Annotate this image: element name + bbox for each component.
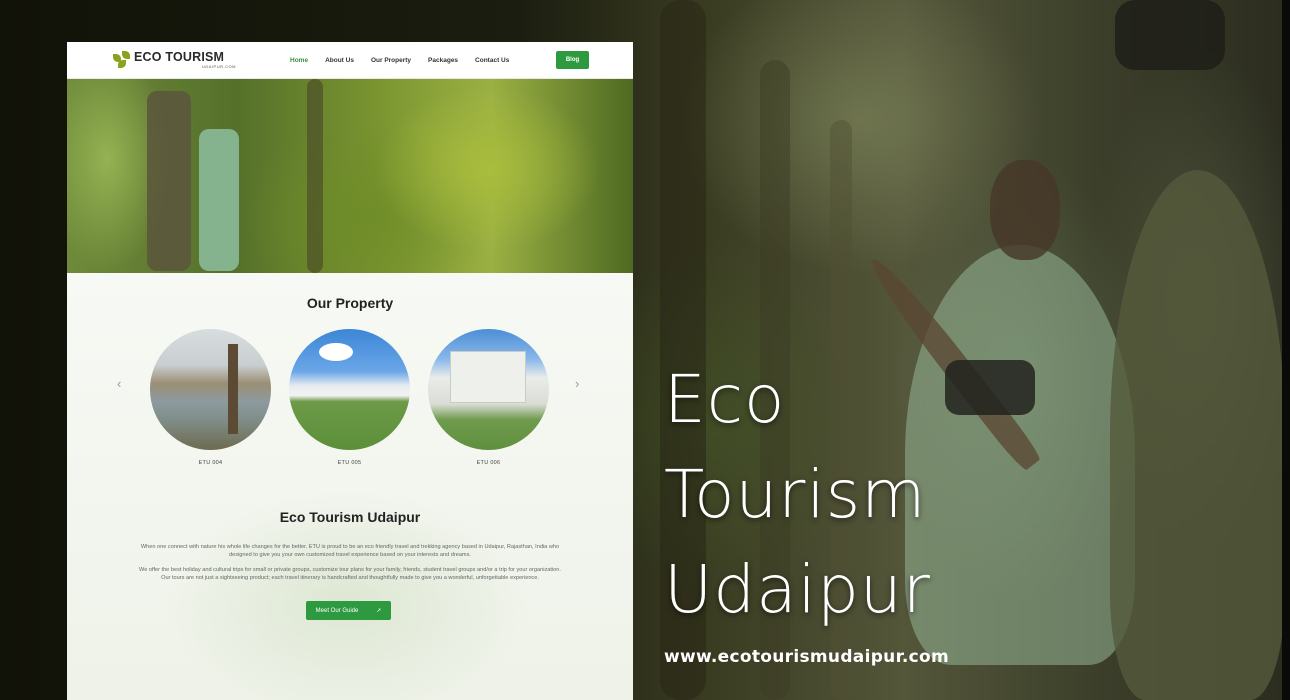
menu-item-home[interactable]: Home [290, 57, 308, 64]
blog-button[interactable]: Blog [556, 51, 589, 69]
property-image [289, 329, 410, 450]
frame-edge [1282, 0, 1290, 700]
menu-item-packages[interactable]: Packages [428, 57, 458, 64]
main-menu: Home About Us Our Property Packages Cont… [290, 42, 526, 79]
property-label: ETU 006 [476, 460, 501, 466]
tagline-line-2: Tourism [664, 456, 927, 533]
navbar: ECO TOURISM UDAIPUR.COM Home About Us Ou… [67, 42, 633, 79]
about-paragraph: We offer the best holiday and cultural t… [139, 567, 561, 581]
site-logo[interactable]: ECO TOURISM UDAIPUR.COM [113, 51, 236, 69]
arrow-icon: ➚ [376, 608, 382, 614]
guide-button-label: Meet Our Guide [315, 607, 359, 614]
hero-tagline: Eco Tourism Udaipur [664, 352, 931, 637]
hero-banner-image [67, 79, 633, 273]
property-image [150, 329, 271, 450]
carousel-next-icon[interactable]: › [575, 376, 579, 391]
leaf-logo-icon [113, 51, 131, 69]
logo-text: ECO TOURISM [134, 50, 225, 64]
meet-our-guide-button[interactable]: Meet Our Guide ➚ [306, 601, 391, 620]
binoculars [945, 360, 1035, 415]
menu-item-property[interactable]: Our Property [371, 57, 411, 64]
about-title: Eco Tourism Udaipur [279, 509, 421, 525]
property-label: ETU 004 [198, 460, 223, 466]
property-label: ETU 005 [337, 460, 362, 466]
about-paragraph: When one connect with nature his whole l… [140, 544, 560, 558]
menu-item-contact[interactable]: Contact Us [475, 57, 509, 64]
property-card[interactable]: ETU 006 [428, 329, 549, 466]
hero-person-figure [147, 91, 191, 271]
person-head [990, 160, 1060, 260]
carousel-prev-icon[interactable]: ‹ [117, 376, 121, 391]
website-url[interactable]: www.ecotourismudaipur.com [664, 647, 949, 667]
person-figure [1110, 170, 1285, 700]
binoculars [1115, 0, 1225, 70]
our-property-section: Our Property ‹ › ETU 004 ETU 005 ETU 006… [67, 273, 633, 700]
logo-subtext: UDAIPUR.COM [202, 64, 236, 69]
property-image [428, 329, 549, 450]
tagline-line-3: Udaipur [664, 551, 931, 628]
menu-item-about[interactable]: About Us [325, 57, 354, 64]
tagline-line-1: Eco [664, 361, 786, 438]
hero-person-figure [199, 129, 239, 271]
our-property-title: Our Property [306, 295, 394, 311]
website-mockup: ECO TOURISM UDAIPUR.COM Home About Us Ou… [67, 42, 633, 700]
hero-tree-trunk [307, 79, 323, 273]
property-card[interactable]: ETU 004 [150, 329, 271, 466]
property-card[interactable]: ETU 005 [289, 329, 410, 466]
